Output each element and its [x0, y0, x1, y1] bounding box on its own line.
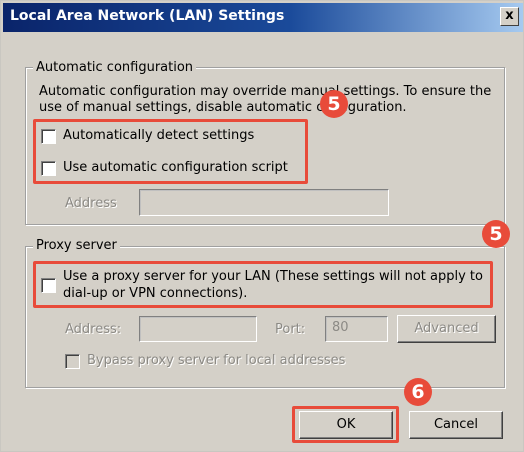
highlight-ok-button	[292, 406, 399, 443]
advanced-button[interactable]: Advanced	[397, 315, 496, 343]
highlight-auto-config-options	[33, 119, 308, 184]
step-badge-6-ok: 6	[404, 378, 432, 406]
step-badge-5-proxy: 5	[482, 220, 510, 248]
script-address-field[interactable]	[139, 189, 389, 216]
script-address-label: Address	[65, 196, 117, 211]
window-title: Local Area Network (LAN) Settings	[10, 8, 285, 24]
close-button[interactable]: x	[500, 7, 519, 26]
close-icon: x	[505, 8, 514, 23]
cancel-button[interactable]: Cancel	[409, 411, 503, 439]
lan-settings-dialog: Local Area Network (LAN) Settings x Auto…	[0, 0, 524, 452]
bypass-local-label[interactable]: Bypass proxy server for local addresses	[87, 353, 345, 368]
step-badge-5-auto: 5	[320, 90, 348, 118]
proxy-address-label: Address:	[65, 322, 122, 337]
bypass-local-checkbox[interactable]	[65, 354, 80, 369]
proxy-port-label: Port:	[275, 322, 306, 337]
proxy-port-field[interactable]: 80	[325, 316, 388, 342]
auto-config-description-line1: Automatic configuration may override man…	[39, 84, 492, 99]
proxy-server-legend: Proxy server	[33, 238, 120, 253]
proxy-address-field[interactable]	[139, 316, 257, 342]
title-bar: Local Area Network (LAN) Settings x	[3, 3, 523, 32]
highlight-use-proxy-option	[33, 261, 493, 308]
auto-config-legend: Automatic configuration	[33, 60, 197, 75]
auto-config-description-line2: use of manual settings, disable automati…	[39, 100, 407, 115]
